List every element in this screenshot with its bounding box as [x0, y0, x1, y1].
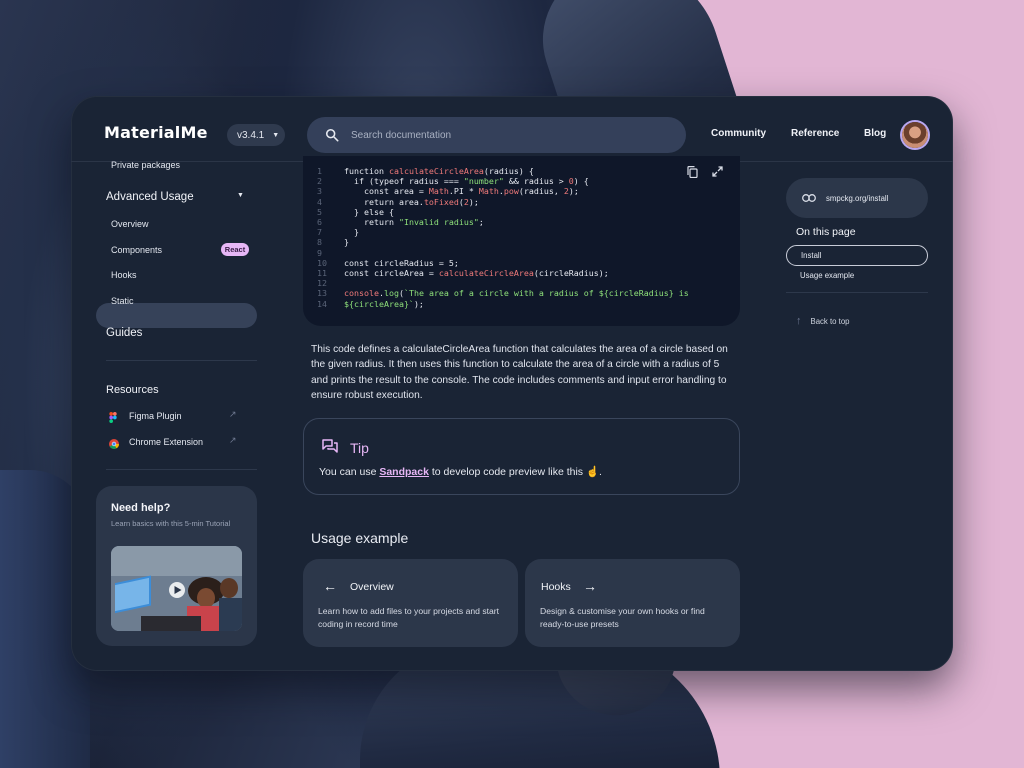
code-line: const circleArea = calculateCircleArea(c… [344, 268, 609, 279]
divider [106, 469, 257, 470]
code-line: } else { [344, 206, 394, 217]
app-logo[interactable]: MaterialMe [104, 123, 208, 142]
code-line: const area = Math.PI * Math.pow(radius, … [344, 186, 579, 197]
arrow-up-icon: ↑ [796, 315, 802, 327]
help-subtitle: Learn basics with this 5-min Tutorial [111, 519, 231, 528]
code-listing: 1 function calculateCircleArea(radius) { … [317, 166, 689, 309]
version-label: v3.4.1 [237, 129, 265, 141]
line-number: 3 [317, 186, 322, 197]
nav-community[interactable]: Community [711, 128, 766, 139]
on-this-page-title: On this page [796, 226, 856, 238]
line-number: 10 [317, 257, 327, 268]
code-line: return area.toFixed(2); [344, 196, 479, 207]
back-to-top-link[interactable]: ↑ Back to top [796, 315, 850, 327]
code-line: if (typeof radius === "number" && radius… [344, 176, 589, 187]
code-line: } [344, 227, 359, 238]
line-number: 14 [317, 298, 327, 309]
code-line: console.log(`The area of a circle with a… [344, 288, 689, 299]
next-card-hooks[interactable]: Hooks → Design & customise your own hook… [525, 559, 740, 647]
version-selector[interactable]: v3.4.1 ▼ [227, 124, 285, 146]
code-line: const circleRadius = 5; [344, 257, 459, 268]
sandpack-link[interactable]: Sandpack [379, 466, 429, 478]
card-title: Hooks [541, 581, 571, 593]
tip-suffix: to develop code preview like this ☝️. [428, 466, 602, 478]
toc-item-usage-example[interactable]: Usage example [786, 265, 928, 286]
figma-icon [109, 410, 117, 428]
card-description: Learn how to add files to your projects … [318, 606, 500, 629]
line-number: 6 [317, 217, 322, 228]
tutorial-image [111, 546, 242, 631]
caret-down-icon[interactable]: ▼ [237, 192, 244, 199]
line-number: 4 [317, 196, 322, 207]
react-badge: React [221, 243, 249, 256]
usage-example-heading: Usage example [311, 530, 409, 546]
line-number: 12 [317, 278, 327, 289]
copy-icon[interactable] [687, 166, 698, 181]
expand-icon[interactable] [712, 166, 723, 181]
code-description: This code defines a calculateCircleArea … [311, 344, 728, 401]
search-icon [325, 128, 339, 142]
tip-title: Tip [350, 440, 369, 456]
sidebar-item-hooks[interactable]: Hooks [111, 270, 137, 280]
line-number: 1 [317, 166, 322, 176]
code-line: return "Invalid radius"; [344, 217, 484, 228]
tip-prefix: You can use [319, 466, 380, 478]
external-link-icon: ↗ [229, 435, 237, 445]
arrow-left-icon: ← [323, 578, 337, 594]
tip-callout: Tip You can use Sandpack to develop code… [303, 418, 740, 495]
line-number: 13 [317, 288, 327, 299]
nav-reference[interactable]: Reference [791, 128, 839, 139]
search-input[interactable] [351, 129, 651, 141]
left-sidebar: Private packages Advanced Usage ▼ Overvi… [71, 160, 271, 671]
code-line: ${circleArea}`); [344, 298, 424, 309]
line-number: 5 [317, 206, 322, 217]
code-line: function calculateCircleArea(radius) { [344, 166, 534, 176]
user-avatar[interactable] [902, 122, 928, 148]
resource-chrome-extension[interactable]: Chrome Extension [129, 437, 203, 447]
sidebar-item-overview[interactable]: Overview [111, 219, 149, 229]
package-link-label: smpckg.org/install [826, 193, 889, 203]
sidebar-item-private-packages[interactable]: Private packages [111, 160, 180, 170]
line-number: 11 [317, 268, 327, 279]
sidebar-item-static[interactable]: Static [111, 296, 134, 306]
tutorial-video-thumbnail[interactable] [111, 546, 242, 631]
caret-down-icon: ▼ [272, 131, 280, 139]
card-description: Design & customise your own hooks or fin… [540, 606, 705, 629]
line-number: 9 [317, 247, 322, 258]
top-header: MaterialMe v3.4.1 ▼ Community Reference … [71, 96, 953, 162]
app-window: MaterialMe v3.4.1 ▼ Community Reference … [71, 96, 953, 671]
resources-title: Resources [106, 384, 159, 396]
card-title: Overview [350, 581, 394, 593]
package-link[interactable]: smpckg.org/install [786, 178, 928, 218]
chat-icon [322, 439, 339, 459]
sidebar-item-components[interactable] [96, 303, 257, 328]
back-to-top-label: Back to top [810, 316, 850, 326]
help-card: Need help? Learn basics with this 5-min … [96, 486, 257, 646]
arrow-right-icon: → [583, 578, 597, 594]
sidebar-item-label: Components [111, 245, 163, 255]
line-number: 8 [317, 237, 322, 248]
line-number: 2 [317, 176, 322, 187]
code-line: } [344, 237, 349, 248]
prev-card-overview[interactable]: ← Overview Learn how to add files to you… [303, 559, 518, 647]
resource-figma-plugin[interactable]: Figma Plugin [129, 411, 182, 421]
sidebar-section-guides[interactable]: Guides [106, 327, 142, 339]
external-link-icon: ↗ [229, 409, 237, 419]
line-number: 7 [317, 227, 322, 238]
divider [786, 292, 928, 293]
link-icon [802, 194, 816, 202]
code-toolbar [687, 166, 723, 181]
help-title: Need help? [111, 502, 171, 514]
divider [106, 360, 257, 361]
nav-blog[interactable]: Blog [864, 128, 886, 139]
code-block: 1 function calculateCircleArea(radius) { … [303, 156, 740, 326]
search-bar[interactable] [307, 117, 686, 153]
sidebar-section-advanced-usage[interactable]: Advanced Usage [106, 191, 194, 203]
tip-text: You can use Sandpack to develop code pre… [319, 465, 602, 478]
chrome-icon [109, 436, 119, 454]
toc-item-install[interactable]: Install [786, 245, 928, 266]
